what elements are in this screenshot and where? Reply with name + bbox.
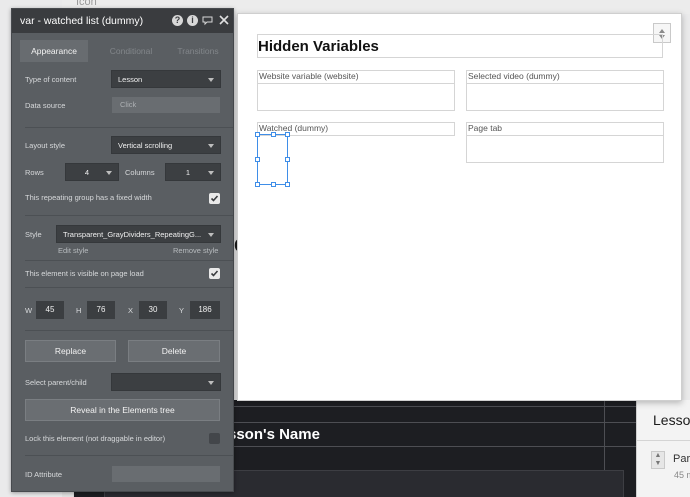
selected-video-label: Selected video (dummy) bbox=[467, 70, 663, 84]
page-title: Hidden Variables bbox=[258, 38, 379, 55]
tab-transitions[interactable]: Transitions bbox=[166, 40, 230, 62]
canvas-top-label: Icon bbox=[76, 0, 97, 8]
style-label: Style bbox=[25, 230, 42, 239]
resize-handle[interactable] bbox=[285, 157, 290, 162]
rows-value: 4 bbox=[84, 168, 90, 177]
select-parent-label: Select parent/child bbox=[25, 378, 87, 387]
property-editor-panel[interactable]: var - watched list (dummy) ? i Appearanc… bbox=[11, 8, 234, 492]
id-attribute-input[interactable] bbox=[111, 465, 221, 483]
website-variable-group[interactable]: Website variable (website) bbox=[257, 70, 455, 111]
width-input[interactable]: 45 bbox=[36, 301, 64, 319]
replace-button[interactable]: Replace bbox=[25, 340, 116, 362]
type-of-content-value: Lesson bbox=[118, 75, 143, 84]
divider bbox=[25, 330, 233, 331]
height-input[interactable]: 76 bbox=[87, 301, 115, 319]
divider bbox=[25, 287, 233, 288]
help-icon[interactable]: ? bbox=[172, 15, 183, 26]
right-panel-number: 45 m bbox=[674, 470, 690, 480]
type-of-content-label: Type of content bbox=[25, 75, 77, 84]
check-icon bbox=[210, 195, 219, 202]
columns-value: 1 bbox=[185, 168, 191, 177]
delete-button[interactable]: Delete bbox=[128, 340, 220, 362]
page-tab-label: Page tab bbox=[467, 122, 663, 136]
columns-label: Columns bbox=[125, 168, 155, 177]
page-tab-group[interactable]: Page tab bbox=[466, 122, 664, 163]
select-parent-dropdown[interactable] bbox=[111, 373, 221, 391]
chevron-down-icon bbox=[106, 171, 112, 175]
tab-appearance[interactable]: Appearance bbox=[20, 40, 88, 62]
layout-style-value: Vertical scrolling bbox=[118, 141, 173, 150]
rows-label: Rows bbox=[25, 168, 44, 177]
check-icon bbox=[210, 270, 219, 277]
close-icon[interactable] bbox=[218, 15, 229, 26]
fixed-width-checkbox[interactable] bbox=[209, 193, 220, 204]
panel-title: var - watched list (dummy) bbox=[20, 15, 144, 27]
chevron-down-icon bbox=[208, 171, 214, 175]
fixed-width-label: This repeating group has a fixed width bbox=[25, 193, 152, 202]
y-label: Y bbox=[179, 306, 185, 315]
resize-handle[interactable] bbox=[271, 182, 276, 187]
data-source-label: Data source bbox=[25, 101, 66, 110]
page-preview[interactable]: Hidden Variables Website variable (websi… bbox=[237, 13, 682, 401]
page-title-box[interactable]: Hidden Variables bbox=[257, 34, 663, 58]
divider bbox=[25, 455, 233, 456]
selected-video-group[interactable]: Selected video (dummy) bbox=[466, 70, 664, 111]
edit-style-link[interactable]: Edit style bbox=[58, 246, 88, 255]
id-attribute-label: ID Attribute bbox=[25, 470, 63, 479]
visible-on-load-label: This element is visible on page load bbox=[25, 269, 144, 278]
comment-icon[interactable] bbox=[202, 15, 213, 26]
divider bbox=[25, 260, 233, 261]
style-dropdown[interactable]: Transparent_GrayDividers_RepeatingG... bbox=[56, 225, 221, 243]
info-icon[interactable]: i bbox=[187, 15, 198, 26]
right-panel-stepper[interactable]: ▲ ▼ bbox=[651, 451, 665, 469]
lock-element-checkbox[interactable] bbox=[209, 433, 220, 444]
website-variable-label: Website variable (website) bbox=[258, 70, 454, 84]
resize-handle[interactable] bbox=[255, 132, 260, 137]
right-panel-title: Lesso bbox=[653, 412, 690, 428]
columns-dropdown[interactable]: 1 bbox=[165, 163, 221, 181]
chevron-down-icon bbox=[208, 144, 214, 148]
panel-tabs: Appearance Conditional Transitions bbox=[20, 40, 233, 62]
data-source-input[interactable]: Click bbox=[111, 96, 221, 114]
remove-style-link[interactable]: Remove style bbox=[173, 246, 218, 255]
resize-handle[interactable] bbox=[285, 182, 290, 187]
lesson-name-text[interactable]: sson's Name bbox=[228, 426, 320, 443]
x-label: X bbox=[128, 306, 134, 315]
right-side-panel: Lesso ▲▼ Pare 45 m bbox=[636, 400, 690, 497]
width-label: W bbox=[25, 306, 33, 315]
chevron-down-icon bbox=[208, 78, 214, 82]
reveal-in-elements-tree-button[interactable]: Reveal in the Elements tree bbox=[25, 399, 220, 421]
resize-handle[interactable] bbox=[285, 132, 290, 137]
resize-handle[interactable] bbox=[255, 157, 260, 162]
tab-conditional[interactable]: Conditional bbox=[98, 40, 164, 62]
style-value: Transparent_GrayDividers_RepeatingG... bbox=[63, 230, 202, 239]
chevron-down-icon bbox=[208, 233, 214, 237]
panel-header[interactable]: var - watched list (dummy) ? i bbox=[12, 9, 233, 33]
right-panel-separator bbox=[637, 440, 690, 441]
divider bbox=[25, 127, 233, 128]
resize-handle[interactable] bbox=[255, 182, 260, 187]
y-input[interactable]: 186 bbox=[190, 301, 220, 319]
type-of-content-dropdown[interactable]: Lesson bbox=[111, 70, 221, 88]
rows-dropdown[interactable]: 4 bbox=[65, 163, 119, 181]
arrow-up-icon bbox=[659, 29, 665, 33]
layout-style-label: Layout style bbox=[25, 141, 66, 150]
visible-on-load-checkbox[interactable] bbox=[209, 268, 220, 279]
resize-handle[interactable] bbox=[271, 132, 276, 137]
x-input[interactable]: 30 bbox=[139, 301, 167, 319]
height-label: H bbox=[76, 306, 82, 315]
divider bbox=[25, 215, 233, 216]
chevron-down-icon bbox=[208, 381, 214, 385]
right-panel-param: Pare bbox=[673, 453, 690, 465]
lock-element-label: Lock this element (not draggable in edit… bbox=[25, 434, 166, 443]
selected-repeating-group[interactable] bbox=[255, 132, 290, 187]
layout-style-dropdown[interactable]: Vertical scrolling bbox=[111, 136, 221, 154]
